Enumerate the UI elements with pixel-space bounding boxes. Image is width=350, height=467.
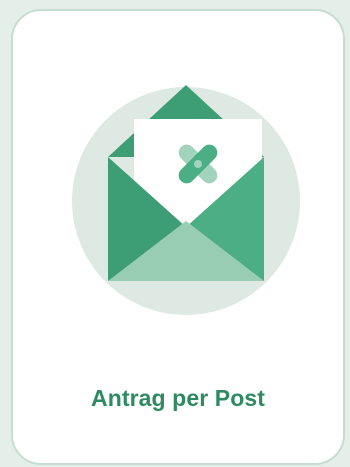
open-envelope-icon bbox=[72, 85, 300, 315]
application-by-post-card[interactable]: Antrag per Post bbox=[11, 9, 345, 465]
open-envelope-illustration bbox=[70, 75, 302, 315]
card-label[interactable]: Antrag per Post bbox=[13, 385, 343, 412]
page-stage: Antrag per Post bbox=[0, 0, 350, 467]
